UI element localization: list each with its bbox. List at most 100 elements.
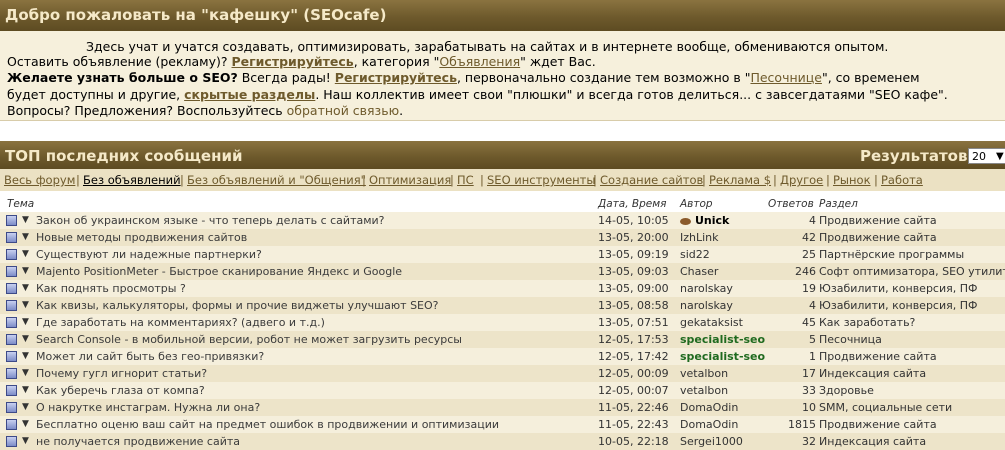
welcome-bold-text: Желаете узнать больше о SEO? <box>7 70 238 85</box>
author-link[interactable]: DomaOdin <box>680 416 738 433</box>
hidden-sections-link[interactable]: скрытые разделы <box>184 87 315 102</box>
welcome-line-3: Желаете узнать больше о SEO? Всегда рады… <box>7 69 920 86</box>
expand-arrow-icon[interactable]: ▼ <box>22 331 29 348</box>
filter-link[interactable]: SEO инструменты <box>487 169 595 191</box>
expand-arrow-icon[interactable]: ▼ <box>22 297 29 314</box>
table-row: ▼ Как квизы, калькуляторы, формы и прочие… <box>0 297 1005 314</box>
author-link[interactable]: sid22 <box>680 246 710 263</box>
section-link[interactable]: Софт оптимизатора, SEO утилиты <box>819 263 1005 280</box>
section-link[interactable]: Индексация сайта <box>819 433 926 450</box>
topic-link[interactable]: Majento PositionMeter - Быстрое сканиров… <box>36 263 402 280</box>
topic-icon <box>6 368 17 379</box>
welcome-text: , первоначально создание тем возможно в … <box>456 70 751 85</box>
ads-category-link[interactable]: Объявления <box>439 54 520 69</box>
expand-arrow-icon[interactable]: ▼ <box>22 365 29 382</box>
results-count-select[interactable]: 20 ▼ <box>968 148 1005 164</box>
author-link[interactable]: Unick <box>680 212 729 229</box>
expand-arrow-icon[interactable]: ▼ <box>22 399 29 416</box>
welcome-line-2: Оставить объявление (рекламу)? Регистрир… <box>7 53 596 70</box>
section-link[interactable]: Индексация сайта <box>819 365 926 382</box>
topic-link[interactable]: О накрутке инстаграм. Нужна ли она? <box>36 399 260 416</box>
post-date: 13-05, 09:19 <box>598 248 669 261</box>
topic-icon <box>6 266 17 277</box>
topic-link[interactable]: Закон об украинском языке - что теперь д… <box>36 212 385 229</box>
filter-separator: | <box>702 173 706 187</box>
section-link[interactable]: Здоровье <box>819 382 874 399</box>
author-link[interactable]: specialist-seo <box>680 348 765 365</box>
filter-link[interactable]: Другое <box>780 169 823 191</box>
filter-link[interactable]: Работа <box>881 169 923 191</box>
welcome-text: ", со временем <box>821 70 920 85</box>
filter-link[interactable]: Без объявлений <box>83 169 181 191</box>
topic-icon <box>6 334 17 345</box>
welcome-text: Всегда рады! <box>237 70 335 85</box>
section-link[interactable]: Продвижение сайта <box>819 416 937 433</box>
register-link-2[interactable]: Регистрируйтесь <box>335 70 457 85</box>
sandbox-link[interactable]: Песочнице <box>750 70 822 85</box>
results-label: Результатов <box>860 147 968 165</box>
section-link[interactable]: Партнёрские программы <box>819 246 964 263</box>
topic-link[interactable]: не получается продвижение сайта <box>36 433 240 450</box>
author-link[interactable]: gekataksist <box>680 314 743 331</box>
topic-icon <box>6 317 17 328</box>
topic-link[interactable]: Новые методы продвижения сайтов <box>36 229 247 246</box>
filter-link[interactable]: Без объявлений и "Общения" <box>187 169 366 191</box>
table-row: ▼ не получается продвижение сайта 10-05, 2… <box>0 433 1005 450</box>
answers-count: 4 <box>809 214 816 227</box>
author-link[interactable]: DomaOdin <box>680 399 738 416</box>
author-link[interactable]: narolskay <box>680 280 733 297</box>
register-link[interactable]: Регистрируйтесь <box>232 54 354 69</box>
filter-bar: Весь форум Без объявлений Без объявлений и… <box>0 169 1005 191</box>
filter-link[interactable]: Рынок <box>833 169 871 191</box>
author-link[interactable]: IzhLink <box>680 229 719 246</box>
author-link[interactable]: Chaser <box>680 263 718 280</box>
topic-link[interactable]: Как уберечь глаза от компа? <box>36 382 205 399</box>
welcome-text: Здесь учат и учатся создавать, оптимизир… <box>86 39 889 54</box>
filter-link[interactable]: Реклама $ <box>709 169 771 191</box>
expand-arrow-icon[interactable]: ▼ <box>22 246 29 263</box>
filter-link[interactable]: ПС <box>457 169 474 191</box>
section-link[interactable]: Продвижение сайта <box>819 229 937 246</box>
expand-arrow-icon[interactable]: ▼ <box>22 314 29 331</box>
topic-link[interactable]: Где заработать на комментариях? (адвего … <box>36 314 325 331</box>
expand-arrow-icon[interactable]: ▼ <box>22 416 29 433</box>
table-row: ▼ Как уберечь глаза от компа? 12-05, 00:07… <box>0 382 1005 399</box>
section-link[interactable]: Юзабилити, конверсия, ПФ <box>819 280 977 297</box>
section-link[interactable]: Юзабилити, конверсия, ПФ <box>819 297 977 314</box>
section-link[interactable]: SMM, социальные сети <box>819 399 952 416</box>
section-link[interactable]: Продвижение сайта <box>819 348 937 365</box>
results-count-value: 20 <box>972 150 986 163</box>
expand-arrow-icon[interactable]: ▼ <box>22 212 29 229</box>
topic-link[interactable]: Почему гугл игнорит статьи? <box>36 365 207 382</box>
filter-separator: | <box>180 173 184 187</box>
welcome-panel: Здесь учат и учатся создавать, оптимизир… <box>0 31 1005 121</box>
topic-link[interactable]: Может ли сайт быть без гео-привязки? <box>36 348 264 365</box>
answers-count: 45 <box>802 316 816 329</box>
section-link[interactable]: Продвижение сайта <box>819 212 937 229</box>
filter-link[interactable]: Оптимизация <box>369 169 451 191</box>
author-link[interactable]: vetalbon <box>680 382 728 399</box>
topic-link[interactable]: Как поднять просмотры ? <box>36 280 186 297</box>
section-link[interactable]: Как заработать? <box>819 314 915 331</box>
topic-link[interactable]: Search Console - в мобильной версии, роб… <box>36 331 462 348</box>
expand-arrow-icon[interactable]: ▼ <box>22 348 29 365</box>
filter-link[interactable]: Весь форум <box>4 169 75 191</box>
answers-count: 42 <box>802 231 816 244</box>
author-link[interactable]: narolskay <box>680 297 733 314</box>
filter-link[interactable]: Создание сайтов <box>600 169 703 191</box>
col-section: Раздел <box>819 198 858 210</box>
expand-arrow-icon[interactable]: ▼ <box>22 280 29 297</box>
topic-link[interactable]: Бесплатно оценю ваш сайт на предмет ошиб… <box>36 416 499 433</box>
author-link[interactable]: specialist-seo <box>680 331 765 348</box>
expand-arrow-icon[interactable]: ▼ <box>22 433 29 450</box>
author-link[interactable]: Sergei1000 <box>680 433 743 450</box>
section-link[interactable]: Песочница <box>819 331 882 348</box>
expand-arrow-icon[interactable]: ▼ <box>22 263 29 280</box>
table-row: ▼ Может ли сайт быть без гео-привязки? 12-… <box>0 348 1005 365</box>
expand-arrow-icon[interactable]: ▼ <box>22 382 29 399</box>
topic-link[interactable]: Существуют ли надежные партнерки? <box>36 246 262 263</box>
topic-link[interactable]: Как квизы, калькуляторы, формы и прочие … <box>36 297 439 314</box>
author-link[interactable]: vetalbon <box>680 365 728 382</box>
expand-arrow-icon[interactable]: ▼ <box>22 229 29 246</box>
feedback-link[interactable]: обратной связью <box>287 103 399 118</box>
